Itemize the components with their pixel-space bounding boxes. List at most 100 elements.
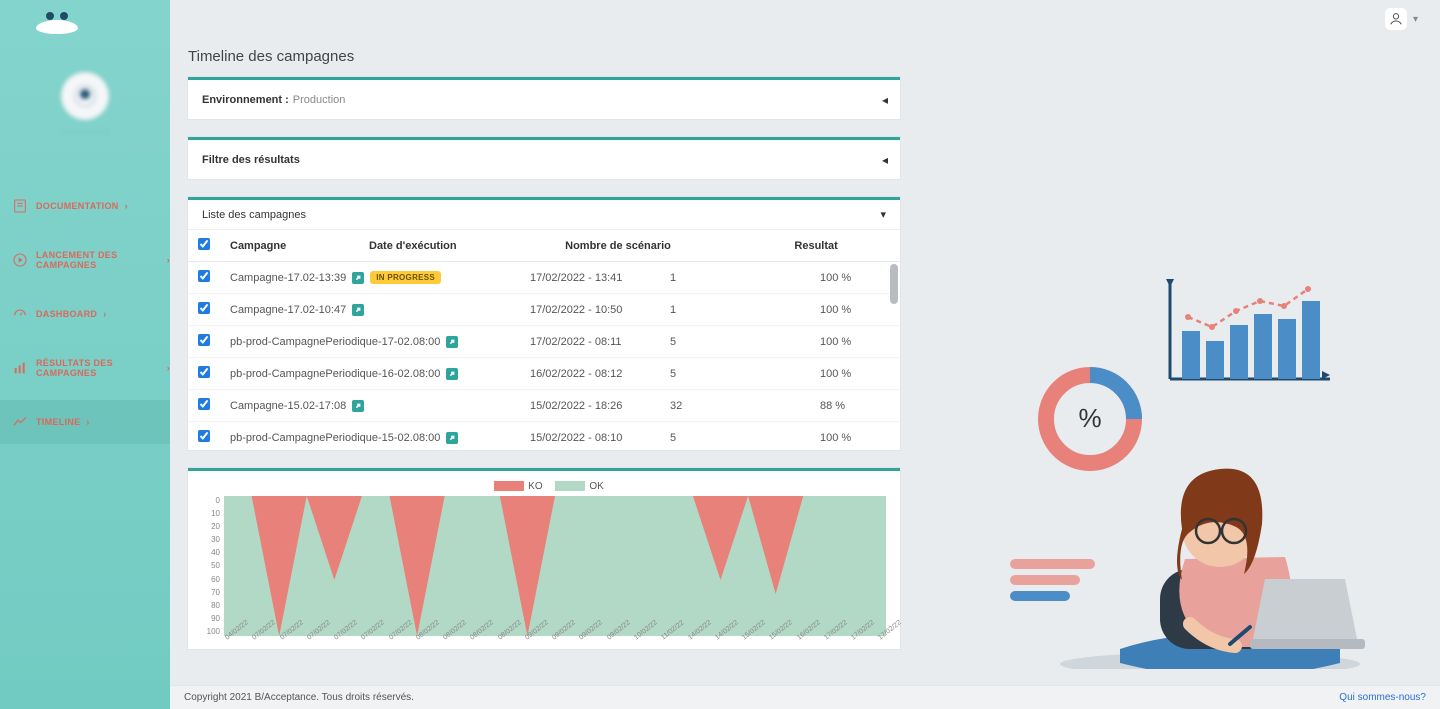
user-avatar[interactable] (1385, 8, 1407, 30)
legend-ko-label: KO (528, 481, 542, 492)
environment-panel[interactable]: Environnement : Production ◂ (188, 77, 900, 119)
col-name: Campagne (220, 230, 359, 262)
campaign-table: Campagne Date d'exécution Nombre de scén… (188, 230, 900, 262)
nav-dashboard[interactable]: DASHBOARD › (0, 292, 170, 336)
nav-timeline[interactable]: TIMELINE › (0, 400, 170, 444)
play-icon (12, 252, 28, 268)
row-checkbox[interactable] (198, 430, 210, 442)
user-menu-caret-icon[interactable]: ▾ (1413, 14, 1418, 25)
chevron-down-icon[interactable]: ▾ (880, 208, 886, 221)
row-checkbox[interactable] (198, 398, 210, 410)
cell-result: 100 % (810, 262, 900, 294)
nav: DOCUMENTATION › LANCEMENT DES CAMPAGNES … (0, 184, 170, 444)
open-external-icon[interactable] (352, 272, 364, 284)
legend-ko-swatch (494, 481, 524, 491)
campaign-name: Campagne-17.02-10:47 (230, 304, 346, 316)
cell-date: 17/02/2022 - 13:41 (520, 262, 660, 294)
footer: Copyright 2021 B/Acceptance. Tous droits… (170, 685, 1440, 709)
page-title: Timeline des campagnes (188, 48, 1426, 65)
table-row[interactable]: Campagne-17.02-13:39IN PROGRESS17/02/202… (188, 262, 900, 294)
list-title: Liste des campagnes (202, 209, 306, 221)
table-row[interactable]: pb-prod-CampagnePeriodique-15-02.08:00 15… (188, 422, 900, 451)
chevron-right-icon: › (86, 417, 89, 427)
topbar: ▾ (0, 0, 1440, 38)
sidebar: · · · · · · · · DOCUMENTATION › LANCEMEN… (0, 0, 170, 709)
chevron-right-icon: › (103, 309, 106, 319)
open-external-icon[interactable] (446, 368, 458, 380)
row-checkbox[interactable] (198, 302, 210, 314)
filter-panel[interactable]: Filtre des résultats ◂ (188, 137, 900, 179)
col-result: Resultat (784, 230, 900, 262)
chart-plot[interactable] (224, 496, 886, 636)
checkbox-all[interactable] (198, 238, 210, 250)
collapse-icon[interactable]: ◂ (882, 153, 888, 167)
illustration: % (1010, 269, 1370, 669)
legend-ok-swatch (555, 481, 585, 491)
tenant-block: · · · · · · · · (0, 72, 170, 136)
table-row[interactable]: pb-prod-CampagnePeriodique-16-02.08:0016… (188, 358, 900, 390)
row-checkbox[interactable] (198, 270, 210, 282)
cell-date: 16/02/2022 - 08:12 (520, 358, 660, 390)
table-row[interactable]: Campagne-17.02-10:47 17/02/2022 - 10:5011… (188, 294, 900, 326)
y-axis: 0102030405060708090100 (202, 496, 224, 636)
gauge-icon (12, 306, 28, 322)
timeline-icon (12, 414, 28, 430)
nav-label: LANCEMENT DES CAMPAGNES (36, 250, 161, 270)
open-external-icon[interactable] (446, 432, 458, 444)
env-value: Production (293, 94, 346, 106)
campaign-name: Campagne-15.02-17:08 (230, 400, 346, 412)
tenant-name: · · · · · · · · (0, 126, 170, 136)
list-header[interactable]: Liste des campagnes ▾ (188, 200, 900, 230)
nav-lancement[interactable]: LANCEMENT DES CAMPAGNES › (0, 238, 170, 282)
campaign-name: pb-prod-CampagnePeriodique-15-02.08:00 (230, 432, 440, 444)
campaign-list-panel: Liste des campagnes ▾ Campagne Date d'ex… (188, 197, 900, 450)
col-date: Date d'exécution (359, 230, 555, 262)
cell-date: 17/02/2022 - 10:50 (520, 294, 660, 326)
table-scroll[interactable]: Campagne-17.02-13:39IN PROGRESS17/02/202… (188, 262, 900, 450)
chevron-right-icon: › (167, 255, 170, 265)
chevron-right-icon: › (167, 363, 170, 373)
cell-result: 100 % (810, 358, 900, 390)
copyright: Copyright 2021 B/Acceptance. Tous droits… (184, 692, 414, 703)
cell-count: 32 (660, 390, 810, 422)
filter-label: Filtre des résultats (202, 154, 300, 166)
cell-result: 88 % (810, 390, 900, 422)
chevron-right-icon: › (125, 201, 128, 211)
chart-legend: KO OK (202, 481, 886, 492)
nav-documentation[interactable]: DOCUMENTATION › (0, 184, 170, 228)
table-row[interactable]: Campagne-15.02-17:08 15/02/2022 - 18:2632… (188, 390, 900, 422)
cell-count: 1 (660, 294, 810, 326)
documentation-icon (12, 198, 28, 214)
cell-count: 5 (660, 358, 810, 390)
cell-date: 15/02/2022 - 08:10 (520, 422, 660, 451)
row-checkbox[interactable] (198, 366, 210, 378)
cell-date: 17/02/2022 - 08:11 (520, 326, 660, 358)
x-axis: 04/02/2207/02/2207/02/2207/02/2207/02/22… (224, 636, 886, 643)
scrollbar-thumb[interactable] (890, 264, 898, 304)
cell-result: 100 % (810, 294, 900, 326)
timeline-chart-panel: KO OK 0102030405060708090100 04/02/2207/… (188, 468, 900, 649)
open-external-icon[interactable] (352, 400, 364, 412)
nav-label: RÉSULTATS DES CAMPAGNES (36, 358, 161, 378)
campaign-name: pb-prod-CampagnePeriodique-17-02.08:00 (230, 336, 440, 348)
tenant-logo (61, 72, 109, 120)
chart-icon (12, 360, 28, 376)
legend-ok-label: OK (589, 481, 603, 492)
env-label: Environnement : (202, 94, 289, 106)
cell-date: 15/02/2022 - 18:26 (520, 390, 660, 422)
nav-label: TIMELINE (36, 417, 80, 427)
footer-link[interactable]: Qui sommes-nous? (1339, 692, 1426, 703)
nav-resultats[interactable]: RÉSULTATS DES CAMPAGNES › (0, 346, 170, 390)
row-checkbox[interactable] (198, 334, 210, 346)
cell-count: 5 (660, 326, 810, 358)
cell-count: 1 (660, 262, 810, 294)
status-badge: IN PROGRESS (370, 271, 441, 284)
open-external-icon[interactable] (446, 336, 458, 348)
open-external-icon[interactable] (352, 304, 364, 316)
svg-text:%: % (1078, 403, 1101, 433)
nav-label: DOCUMENTATION (36, 201, 119, 211)
collapse-icon[interactable]: ◂ (882, 93, 888, 107)
cell-count: 5 (660, 422, 810, 451)
table-row[interactable]: pb-prod-CampagnePeriodique-17-02.08:00 17… (188, 326, 900, 358)
nav-label: DASHBOARD (36, 309, 97, 319)
